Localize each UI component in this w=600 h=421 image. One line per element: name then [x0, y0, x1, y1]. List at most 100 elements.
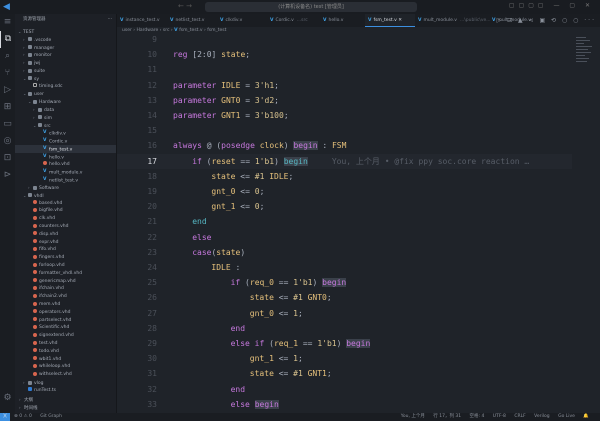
tree-item-vlog[interactable]: › vlog [15, 379, 116, 387]
timeline-icon[interactable]: ◎ [0, 133, 15, 150]
window-controls[interactable]: ▢▢▢▢ — ▢ ✕ [509, 2, 594, 9]
tab-cordic-v[interactable]: V Cordic.v ...src [267, 14, 320, 27]
code-line[interactable]: 16 always @ (posedge clock) begin : FSM [117, 138, 572, 153]
source-control-icon[interactable]: ⑂ [0, 65, 15, 82]
language-mode[interactable]: Verilog [534, 414, 549, 419]
more-actions-button[interactable]: ··· [108, 14, 112, 26]
tree-item-timing-sdc[interactable]: timing.sdc [15, 83, 116, 91]
tree-item-disp-vhd[interactable]: disp.vhd [15, 231, 116, 239]
tree-item--vscode[interactable]: › .vscode [15, 36, 116, 44]
code-line[interactable]: 12 parameter IDLE = 3'h1; [117, 78, 572, 93]
gear-icon[interactable]: ⚙ [0, 390, 15, 407]
tree-item-fingers-vhd[interactable]: fingers.vhd [15, 254, 116, 262]
tree-item-operators-vhd[interactable]: operators.vhd [15, 309, 116, 317]
tab-clkdiv-v[interactable]: Vclkdiv.v [217, 14, 267, 27]
tree-item-hello-vhd[interactable]: hello.vhd [15, 161, 116, 169]
tree-item-suite[interactable]: › suite [15, 67, 116, 75]
close-icon[interactable]: ✕ [397, 18, 402, 23]
breadcrumb-item[interactable]: Hardware [137, 28, 159, 33]
code-line[interactable]: 26 state <= #1 GNT0; [117, 290, 572, 305]
breadcrumb-item[interactable]: fsm_test [207, 28, 226, 33]
nav-arrows-icon[interactable]: ← → [178, 2, 192, 10]
tree-item-counters-vhd[interactable]: counters.vhd [15, 223, 116, 231]
code-line[interactable]: 28 end [117, 321, 572, 336]
code-line[interactable]: 31 state <= #1 GNT1; [117, 366, 572, 381]
remote-icon[interactable]: ⟩⟨ [0, 413, 10, 421]
code-line[interactable]: 25 if (req_0 == 1'b1) begin [117, 275, 572, 290]
tree-item-user[interactable]: ⌄ user [15, 90, 116, 98]
tree-item-vhdl[interactable]: ⌄ vhdl [15, 192, 116, 200]
indentation[interactable]: 空格: 4 [470, 414, 485, 419]
breadcrumb-item[interactable]: user [122, 28, 132, 33]
code-line[interactable]: 11 [117, 62, 572, 77]
code-line[interactable]: 20 gnt_1 <= 0; [117, 199, 572, 214]
go-live-button[interactable]: Go Live [558, 414, 575, 419]
code-line[interactable]: 22 else [117, 230, 572, 245]
tree-item-genericmap-vhd[interactable]: genericmap.vhd [15, 278, 116, 286]
tree-item-wbit1-vhd[interactable]: wbit1.vhd [15, 356, 116, 364]
encoding[interactable]: UTF-8 [493, 414, 506, 419]
tree-item-forloop-vhd[interactable]: forloop.vhd [15, 262, 116, 270]
tree-item-software[interactable]: › Software [15, 184, 116, 192]
tree-item-partselect-vhd[interactable]: partselect.vhd [15, 317, 116, 325]
menu-icon[interactable]: ≡ [0, 14, 15, 31]
timeline-panel[interactable]: › 时间线 [15, 404, 116, 412]
tree-item-ifchain-vhd[interactable]: ifchain.vhd [15, 285, 116, 293]
explorer-icon[interactable]: ⧉ [0, 31, 15, 48]
tree-item-mem-vhd[interactable]: mem.vhd [15, 301, 116, 309]
tree-item-withselect-vhd[interactable]: withselect.vhd [15, 371, 116, 379]
code-line[interactable]: 15 [117, 123, 572, 138]
tab-fsm-test-v[interactable]: Vfsm_test.v ✕ [365, 14, 415, 27]
tree-item-formatter-vhdl-vhd[interactable]: formatter_vhdl.vhd [15, 270, 116, 278]
tree-item-ifchain2-vhd[interactable]: ifchain2.vhd [15, 293, 116, 301]
tree-item-bigfile-vhd[interactable]: bigfile.vhd [15, 207, 116, 215]
tab-mult-module-v[interactable]: Vmult_module.v [489, 14, 551, 27]
tree-item-fsm-test-v[interactable]: Vfsm_test.v [15, 145, 116, 153]
extensions-icon[interactable]: ⊞ [0, 99, 15, 116]
notifications-icon[interactable]: 🔔 [583, 414, 589, 419]
search-icon[interactable]: ⌕ [0, 48, 15, 65]
testing-icon[interactable]: ⊡ [0, 150, 15, 167]
tree-item-fifo-vhd[interactable]: fifo.vhd [15, 246, 116, 254]
tree-item-sy[interactable]: ⌄ sy [15, 75, 116, 83]
code-line[interactable]: 18 state <= #1 IDLE; [117, 169, 572, 184]
tree-item-signextend-vhd[interactable]: signextend.vhd [15, 332, 116, 340]
tree-item-test-vhd[interactable]: test.vhd [15, 340, 116, 348]
tree-item-based-vhd[interactable]: based.vhd [15, 200, 116, 208]
tree-item-netlist-test-v[interactable]: Vnetlist_test.v [15, 176, 116, 184]
tree-item-test[interactable]: ⌄ TEST [15, 28, 116, 36]
code-line[interactable]: 23 case(state) [117, 245, 572, 260]
tab-mult-module-v[interactable]: Vmult_module.v ...\public\ve... [415, 14, 491, 27]
tree-item-data[interactable]: › data [15, 106, 116, 114]
live-share-icon[interactable]: ⊳ [0, 167, 15, 184]
line-ending[interactable]: CRLF [514, 414, 525, 419]
code-line[interactable]: 17 if (reset == 1'b1) begin You, 上个月 • @fi… [117, 153, 572, 169]
tree-item-clkdiv-v[interactable]: Vclkdiv.v [15, 129, 116, 137]
tree-item-jwj[interactable]: › jwj [15, 59, 116, 67]
git-graph-button[interactable]: Git Graph [40, 414, 62, 419]
remote-explorer-icon[interactable]: ▭ [0, 116, 15, 133]
tree-item-whileloop-vhd[interactable]: whileloop.vhd [15, 363, 116, 371]
git-blame-status[interactable]: You, 上个月 [401, 414, 425, 419]
minimap[interactable] [572, 35, 600, 95]
tree-item-runtest-ts[interactable]: runTest.ts [15, 387, 116, 395]
code-line[interactable]: 13 parameter GNT0 = 3'd2; [117, 93, 572, 108]
code-line[interactable]: 27 gnt_0 <= 1; [117, 306, 572, 321]
tree-item-manager[interactable]: › manager [15, 44, 116, 52]
tree-item-expr-vhd[interactable]: expr.vhd [15, 239, 116, 247]
code-line[interactable]: 9 [117, 35, 572, 47]
tree-item-hardware[interactable]: ⌄ Hardware [15, 98, 116, 106]
tree-item-mult-module-v[interactable]: Vmult_module.v [15, 168, 116, 176]
code-line[interactable]: 21 end [117, 214, 572, 229]
tree-item-clk-vhd[interactable]: clk.vhd [15, 215, 116, 223]
code-line[interactable]: 19 gnt_0 <= 0; [117, 184, 572, 199]
code-line[interactable]: 32 end [117, 382, 572, 397]
code-line[interactable]: 14 parameter GNT1 = 3'b100; [117, 108, 572, 123]
code-line[interactable]: 30 gnt_1 <= 1; [117, 351, 572, 366]
tab-hello-v[interactable]: Vhello.v [320, 14, 365, 27]
tree-item-scientific-vhd[interactable]: Scientific.vhd [15, 324, 116, 332]
tree-item-monitor[interactable]: › monitor [15, 51, 116, 59]
command-center-search[interactable]: (计算机设备名) test [管理员] [205, 2, 417, 12]
tab-instance-test-v[interactable]: Vinstance_test.v [117, 14, 167, 27]
tree-item-cordic-v[interactable]: V Cordic.v [15, 137, 116, 145]
